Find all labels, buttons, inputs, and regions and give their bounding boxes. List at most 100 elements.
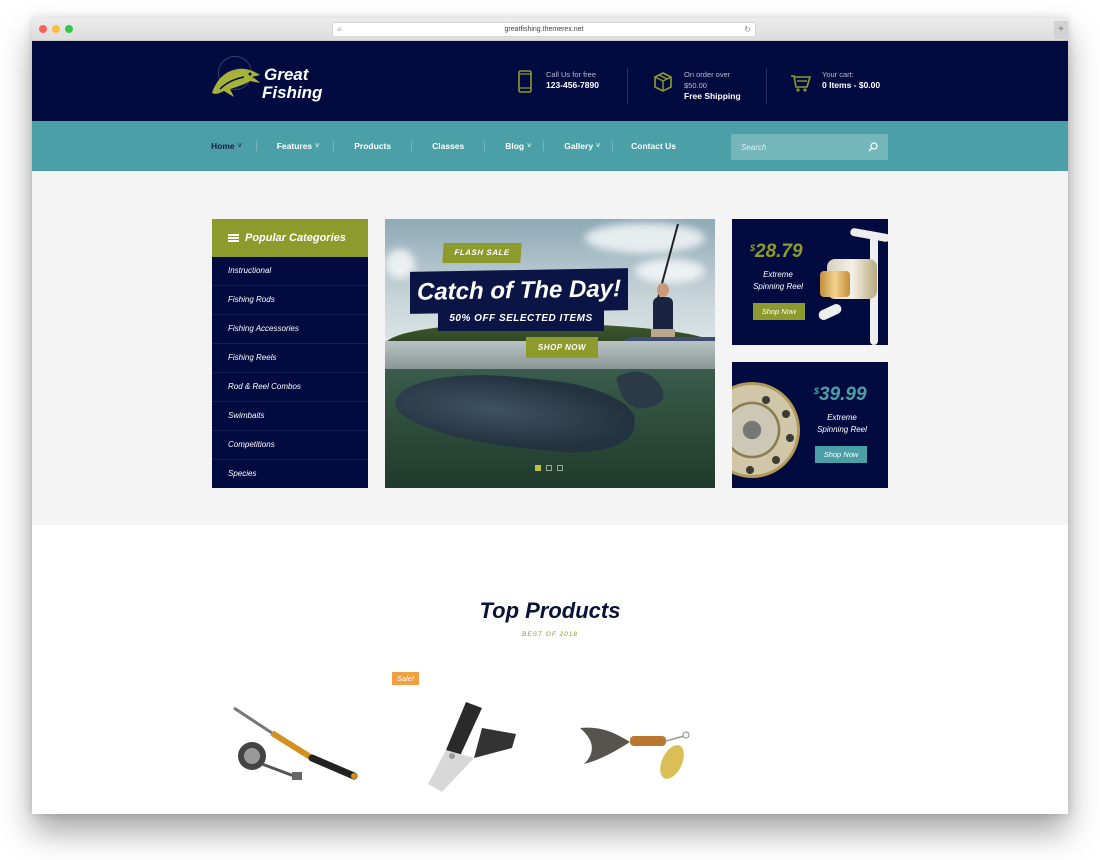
hero-section: Popular Categories Instructional Fishing… bbox=[32, 171, 1068, 525]
search-input[interactable] bbox=[741, 142, 868, 152]
currency-symbol: $ bbox=[814, 386, 820, 396]
logo-text-line2: Fishing bbox=[262, 83, 323, 102]
site-logo[interactable]: Great Fishing bbox=[210, 55, 322, 105]
nav-separator bbox=[255, 141, 257, 151]
reel-hole bbox=[786, 434, 794, 442]
rod-reel-combo-image bbox=[233, 706, 358, 780]
window-controls bbox=[39, 25, 73, 33]
slide-subtitle: 50% OFF SELECTED ITEMS bbox=[438, 307, 604, 331]
angler-head-image bbox=[657, 283, 669, 297]
slide-dot-1[interactable] bbox=[535, 465, 541, 471]
multi-tool-pliers-image bbox=[428, 702, 516, 792]
phone-label: Call Us for free bbox=[546, 70, 597, 79]
promo-banner-spinning-reel-2[interactable]: $39.99 Extreme Spinning Reel Shop Now bbox=[732, 362, 888, 488]
categories-title: Popular Categories bbox=[245, 232, 346, 244]
categories-header[interactable]: Popular Categories bbox=[212, 219, 368, 257]
nav-item-blog[interactable]: Blog ˅ bbox=[505, 141, 531, 151]
close-window-button[interactable] bbox=[39, 25, 47, 33]
nav-separator bbox=[612, 141, 614, 151]
nav-item-classes[interactable]: Classes bbox=[432, 141, 464, 151]
currency-symbol: $ bbox=[750, 243, 756, 253]
flash-sale-badge: FLASH SALE bbox=[442, 243, 522, 263]
search-box bbox=[731, 134, 888, 160]
product-card-multi-tool[interactable]: Sale! bbox=[386, 668, 540, 814]
maximize-window-button[interactable] bbox=[65, 25, 73, 33]
top-products-section: Top Products BEST OF 2018 Sale! bbox=[32, 525, 1068, 814]
nav-label: Blog bbox=[505, 141, 525, 151]
logo-text-line1: Great bbox=[264, 65, 309, 84]
category-item-rod-reel-combos[interactable]: Rod & Reel Combos bbox=[212, 373, 368, 402]
nav-item-products[interactable]: Products bbox=[354, 141, 391, 151]
nav-label: Home bbox=[211, 141, 235, 151]
nav-item-gallery[interactable]: Gallery ˅ bbox=[564, 141, 600, 151]
shipping-info: On order over $50.00 Free Shipping bbox=[652, 69, 741, 102]
cloud-shape bbox=[635, 259, 705, 283]
search-icon[interactable] bbox=[868, 142, 878, 152]
promo-price: $28.79 bbox=[750, 241, 803, 263]
minimize-window-button[interactable] bbox=[52, 25, 60, 33]
cart-info[interactable]: Your cart: 0 Items - $0.00 bbox=[790, 69, 880, 95]
product-card-spinner-lure[interactable] bbox=[560, 668, 714, 814]
site-header: Great Fishing Call Us for free 123-456-7… bbox=[32, 41, 1068, 121]
reload-icon[interactable]: ↻ bbox=[744, 23, 751, 36]
sale-badge: Sale! bbox=[392, 672, 420, 685]
spinner-lure-image bbox=[580, 727, 690, 779]
promo-shop-now-button[interactable]: Shop Now bbox=[815, 446, 867, 463]
chevron-down-icon: ˅ bbox=[596, 142, 601, 150]
product-card-rod-combo[interactable] bbox=[212, 668, 366, 814]
reel-hole bbox=[762, 396, 770, 404]
promo-product-name: Extreme Spinning Reel bbox=[746, 269, 810, 293]
product-name-line1: Extreme bbox=[763, 270, 793, 279]
category-item-fishing-reels[interactable]: Fishing Reels bbox=[212, 344, 368, 373]
phone-icon bbox=[518, 70, 532, 93]
promo-banner-spinning-reel-1[interactable]: $28.79 Extreme Spinning Reel Shop Now bbox=[732, 219, 888, 345]
slider-pagination bbox=[535, 465, 563, 471]
category-item-fishing-rods[interactable]: Fishing Rods bbox=[212, 286, 368, 315]
product-name-line1: Extreme bbox=[827, 413, 857, 422]
category-item-fishing-accessories[interactable]: Fishing Accessories bbox=[212, 315, 368, 344]
reel-spool bbox=[820, 271, 850, 297]
slide-dot-2[interactable] bbox=[546, 465, 552, 471]
hero-slider[interactable]: FLASH SALE Catch of The Day! 50% OFF SEL… bbox=[385, 219, 715, 488]
category-item-instructional[interactable]: Instructional bbox=[212, 257, 368, 286]
menu-icon bbox=[228, 234, 239, 242]
nav-menu: Home ˅ Features ˅ Products Classes Blog ˅ G… bbox=[211, 121, 676, 171]
phone-info[interactable]: Call Us for free 123-456-7890 bbox=[514, 69, 599, 95]
category-item-competitions[interactable]: Competitions bbox=[212, 431, 368, 460]
shipping-threshold: $50.00 bbox=[684, 81, 707, 90]
section-title: Top Products bbox=[479, 598, 621, 623]
phone-number[interactable]: 123-456-7890 bbox=[546, 80, 599, 91]
address-bar[interactable]: ≡ greatfishing.themerex.net ↻ bbox=[332, 22, 756, 37]
promo-shop-now-button[interactable]: Shop Now bbox=[753, 303, 805, 320]
shipping-label: On order over bbox=[684, 70, 731, 79]
reader-icon[interactable]: ≡ bbox=[337, 23, 342, 36]
product-name-line2: Spinning Reel bbox=[753, 282, 803, 291]
chevron-down-icon: ˅ bbox=[527, 142, 532, 150]
price-value: 39.99 bbox=[819, 384, 867, 405]
slide-dot-3[interactable] bbox=[557, 465, 563, 471]
nav-item-contact-us[interactable]: Contact Us bbox=[631, 141, 676, 151]
browser-toolbar: ≡ greatfishing.themerex.net ↻ + bbox=[32, 18, 1068, 41]
browser-window: ≡ greatfishing.themerex.net ↻ + Great Fi… bbox=[32, 18, 1068, 814]
nav-item-features[interactable]: Features ˅ bbox=[277, 141, 320, 151]
section-subtitle: BEST OF 2018 bbox=[522, 631, 578, 638]
slide-shop-now-button[interactable]: SHOP NOW bbox=[526, 337, 598, 358]
promo-product-name: Extreme Spinning Reel bbox=[810, 412, 874, 436]
category-item-species[interactable]: Species bbox=[212, 460, 368, 489]
nav-separator bbox=[411, 141, 413, 151]
nav-item-home[interactable]: Home ˅ bbox=[211, 141, 242, 151]
nav-label: Features bbox=[276, 141, 313, 151]
category-item-swimbaits[interactable]: Swimbaits bbox=[212, 402, 368, 431]
product-name-line2: Spinning Reel bbox=[817, 425, 867, 434]
nav-separator bbox=[543, 141, 545, 151]
reel-arm bbox=[849, 227, 888, 243]
cloud-shape bbox=[585, 223, 705, 253]
chevron-down-icon: ˅ bbox=[315, 142, 320, 150]
cart-summary[interactable]: 0 Items - $0.00 bbox=[822, 80, 880, 91]
main-navigation: Home ˅ Features ˅ Products Classes Blog ˅ G… bbox=[32, 121, 1068, 171]
nav-label: Gallery bbox=[564, 141, 594, 151]
popular-categories: Popular Categories Instructional Fishing… bbox=[212, 219, 368, 488]
nav-separator bbox=[484, 141, 486, 151]
new-tab-button[interactable]: + bbox=[1054, 21, 1068, 39]
promo-price: $39.99 bbox=[814, 384, 867, 406]
